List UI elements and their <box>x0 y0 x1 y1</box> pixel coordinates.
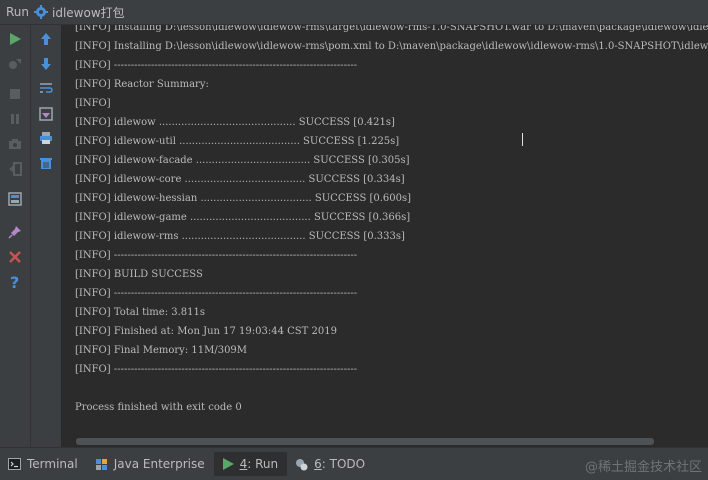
run-tool-label: Run <box>6 5 30 19</box>
console-line: Process finished with exit code 0 <box>75 402 242 413</box>
play-icon <box>10 33 21 45</box>
close-icon <box>9 251 21 263</box>
layout-button[interactable] <box>5 189 25 209</box>
soft-wrap-icon <box>40 83 53 93</box>
console-line: [INFO] Finished at: Mon Jun 17 19:03:44 … <box>75 326 337 337</box>
scroll-end-icon <box>39 107 53 121</box>
run-window-header: Run idlewow打包 <box>0 0 708 25</box>
scroll-to-end-button[interactable] <box>36 104 56 124</box>
console-line: [INFO] Final Memory: 11M/309M <box>75 345 248 356</box>
tab-label: : Run <box>247 457 279 471</box>
console-line: [INFO] Total time: 3.811s <box>75 307 206 318</box>
pause-button[interactable] <box>5 109 25 129</box>
text-caret <box>522 133 523 146</box>
scrollbar-thumb[interactable] <box>76 438 654 445</box>
run-config-name[interactable]: idlewow打包 <box>52 4 125 21</box>
tool-window-bar: Terminal Java Enterprise 4: Run 6: TODO … <box>0 447 708 480</box>
console-line: [INFO] ---------------------------------… <box>75 364 358 375</box>
arrow-down-icon <box>41 58 51 70</box>
close-button[interactable] <box>5 247 25 267</box>
console-output[interactable]: [INFO] Installing D:\lesson\idlewow\idle… <box>62 25 708 447</box>
arrow-up-icon <box>41 33 51 45</box>
tab-java-enterprise[interactable]: Java Enterprise <box>87 452 214 476</box>
dump-threads-button[interactable] <box>5 134 25 154</box>
pause-icon <box>11 114 19 124</box>
console-line: [INFO] <box>75 98 111 109</box>
gear-icon[interactable] <box>34 5 49 19</box>
camera-icon <box>9 139 21 149</box>
tab-terminal[interactable]: Terminal <box>0 452 87 476</box>
trash-icon <box>40 158 52 169</box>
pin-icon <box>8 226 21 239</box>
exit-icon <box>9 162 22 176</box>
console-line: [INFO] idlewow-core ....................… <box>75 174 405 185</box>
soft-wrap-button[interactable] <box>36 78 56 98</box>
scroll-up-button[interactable] <box>36 29 56 49</box>
terminal-icon <box>8 458 21 470</box>
tab-label: Java Enterprise <box>113 457 205 471</box>
debug-icon <box>9 59 21 69</box>
stop-button[interactable] <box>5 84 25 104</box>
tab-number: 4 <box>239 457 248 471</box>
run-toolbar-primary: ? <box>0 25 31 447</box>
console-line: [INFO] idlewow-facade ..................… <box>75 155 410 166</box>
console-line: [INFO] idlewow .........................… <box>75 117 395 128</box>
stop-icon <box>10 89 20 99</box>
play-icon <box>222 458 234 470</box>
java-enterprise-icon <box>95 458 108 471</box>
tab-todo[interactable]: 6: TODO <box>287 452 374 476</box>
printer-icon <box>40 132 52 144</box>
todo-icon <box>295 458 308 471</box>
console-line: [INFO] idlewow-hessian .................… <box>75 193 412 204</box>
help-icon: ? <box>10 274 19 290</box>
tab-label: Terminal <box>27 457 78 471</box>
console-line: [INFO] idlewow-game ....................… <box>75 212 411 223</box>
console-line: [INFO] Installing D:\lesson\idlewow\idle… <box>75 25 708 33</box>
watermark: @稀土掘金技术社区 <box>584 460 702 475</box>
layout-icon <box>8 192 22 206</box>
console-line: [INFO] BUILD SUCCESS <box>75 269 203 280</box>
tab-number: 6 <box>314 457 322 471</box>
console-line: [INFO] idlewow-rms .....................… <box>75 231 405 242</box>
tab-label: : TODO <box>321 457 366 471</box>
help-button[interactable]: ? <box>5 272 25 292</box>
svg-text:?: ? <box>10 274 19 290</box>
exit-button[interactable] <box>5 159 25 179</box>
horizontal-scrollbar[interactable] <box>62 436 708 447</box>
tab-run[interactable]: 4: Run <box>213 452 288 476</box>
console-line: [INFO] ---------------------------------… <box>75 288 358 299</box>
print-button[interactable] <box>36 128 56 148</box>
clear-all-button[interactable] <box>36 153 56 173</box>
scroll-down-button[interactable] <box>36 54 56 74</box>
console-line: [INFO] ---------------------------------… <box>75 250 358 261</box>
console-line: [INFO] Installing D:\lesson\idlewow\idle… <box>75 41 708 52</box>
pin-button[interactable] <box>5 222 25 242</box>
console-line: [INFO] idlewow-util ....................… <box>75 136 400 147</box>
console-line: [INFO] Reactor Summary: <box>75 79 209 90</box>
run-toolbar-secondary <box>31 25 62 447</box>
rerun-button[interactable] <box>5 29 25 49</box>
debug-button[interactable] <box>5 54 25 74</box>
console-line: [INFO] ---------------------------------… <box>75 60 358 71</box>
